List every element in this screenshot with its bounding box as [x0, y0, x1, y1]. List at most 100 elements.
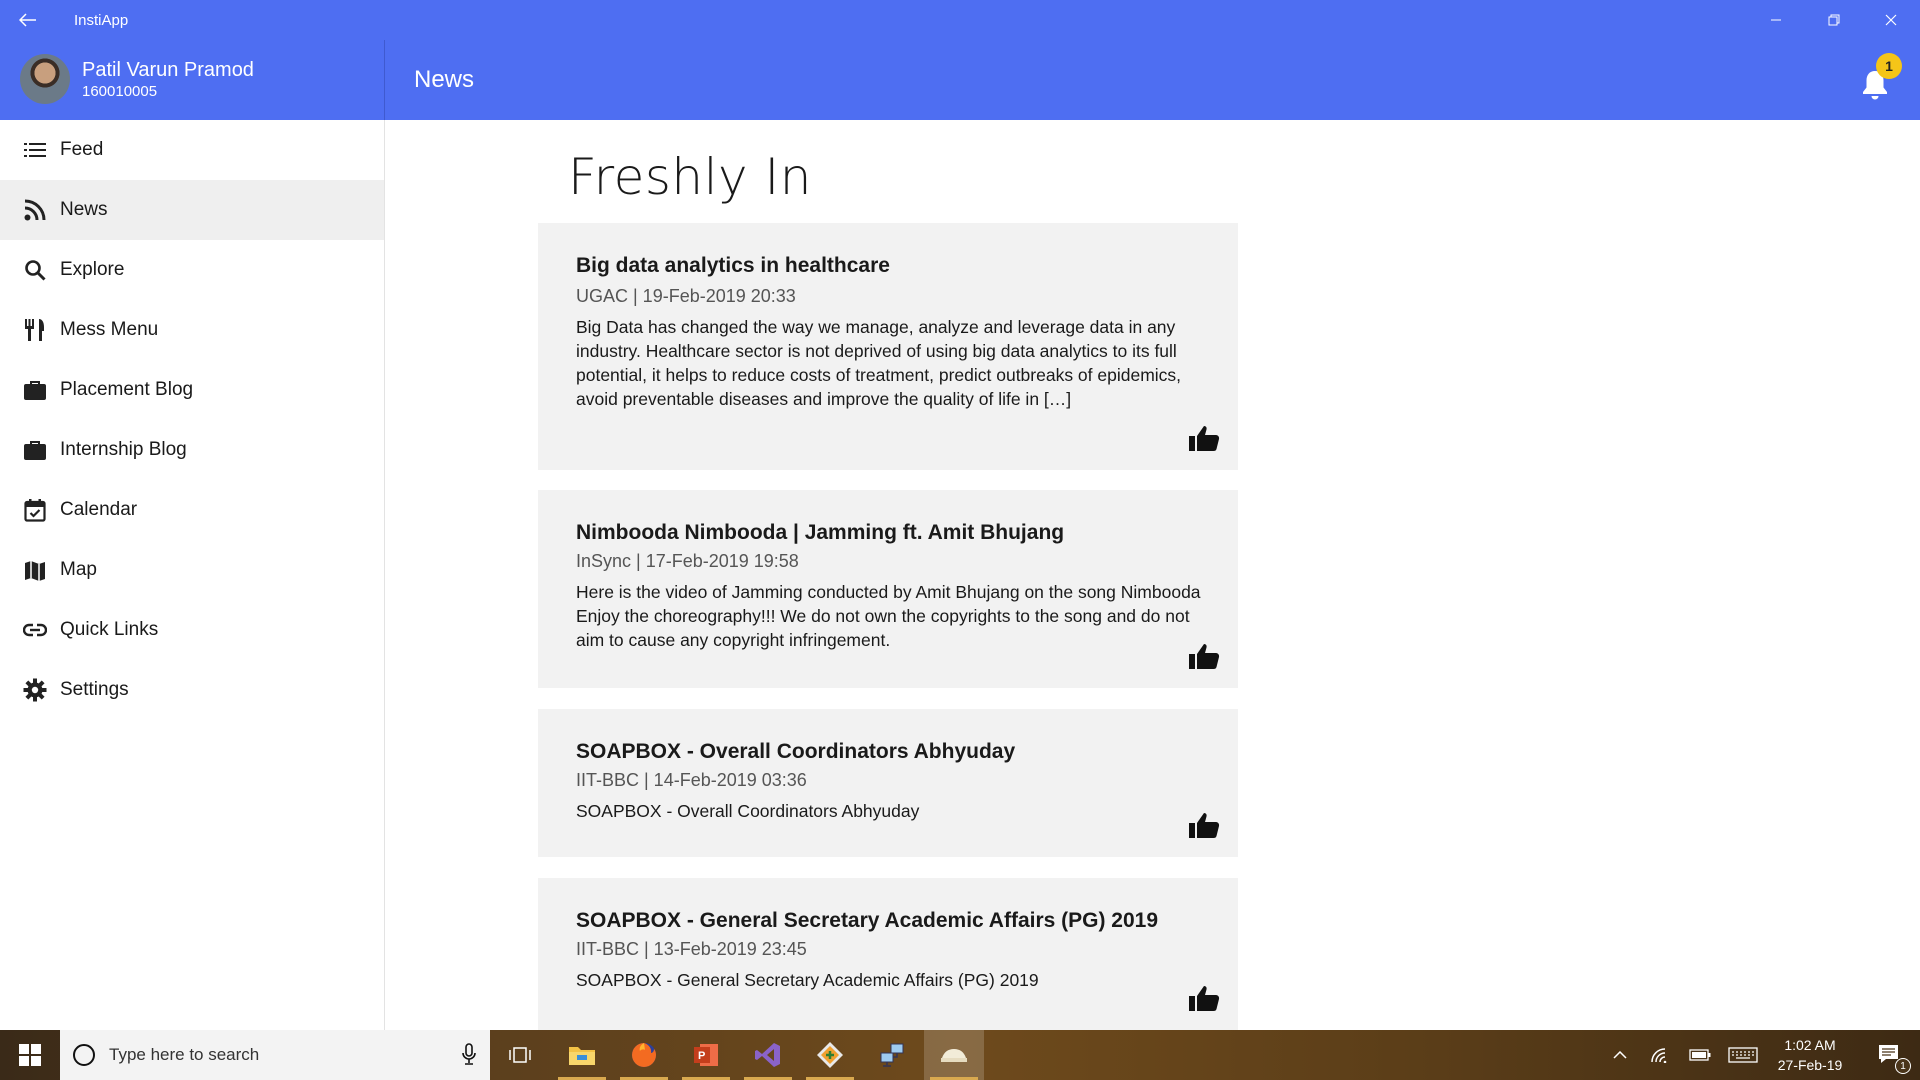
action-center-count: 1	[1895, 1058, 1911, 1074]
back-button[interactable]	[16, 9, 40, 31]
search-icon	[22, 257, 48, 283]
instiapp-icon	[941, 1049, 967, 1062]
sidebar-item-quick-links[interactable]: Quick Links	[0, 600, 384, 660]
sidebar-item-explore[interactable]: Explore	[0, 240, 384, 300]
news-card[interactable]: Big data analytics in healthcare UGAC | …	[538, 223, 1238, 470]
task-view-button[interactable]	[490, 1030, 550, 1080]
network-app-button[interactable]	[862, 1030, 922, 1080]
search-placeholder: Type here to search	[109, 1045, 260, 1064]
thumbs-up-icon[interactable]	[1188, 811, 1220, 839]
app-window: InstiApp Patil Varun Pramod 160010005 Ne…	[0, 0, 1920, 1030]
news-body: Big Data has changed the way we manage, …	[576, 317, 1182, 409]
news-meta: InSync | 17-Feb-2019 19:58	[576, 551, 799, 571]
news-title[interactable]: Nimbooda Nimbooda | Jamming ft. Amit Bhu…	[576, 521, 1064, 545]
app-button-diamond[interactable]	[800, 1030, 860, 1080]
sidebar-item-label: Quick Links	[60, 619, 159, 640]
thumbs-up-icon[interactable]	[1188, 642, 1220, 670]
battery-tray-button[interactable]	[1683, 1030, 1717, 1080]
touch-keyboard-button[interactable]	[1723, 1030, 1763, 1080]
sidebar-item-label: Mess Menu	[60, 319, 159, 340]
clock-time: 1:02 AM	[1784, 1037, 1836, 1053]
restore-icon	[1828, 14, 1840, 26]
firefox-button[interactable]	[614, 1030, 674, 1080]
powerpoint-button[interactable]: P	[676, 1030, 736, 1080]
sidebar-item-map[interactable]: Map	[0, 540, 384, 600]
news-title[interactable]: Big data analytics in healthcare	[576, 254, 890, 278]
svg-text:P: P	[698, 1050, 705, 1062]
link-icon	[22, 617, 48, 643]
sidebar: Feed News Explore Mess Menu Placement Bl…	[0, 120, 385, 1030]
action-center-button[interactable]: 1	[1865, 1030, 1915, 1080]
cortana-icon	[73, 1044, 95, 1066]
map-icon	[22, 557, 48, 583]
news-card[interactable]: SOAPBOX - General Secretary Academic Aff…	[538, 878, 1238, 1030]
briefcase-icon	[22, 377, 48, 403]
news-card[interactable]: SOAPBOX - Overall Coordinators Abhyuday …	[538, 709, 1238, 857]
sidebar-item-label: Settings	[60, 679, 129, 700]
sidebar-item-feed[interactable]: Feed	[0, 120, 384, 180]
sidebar-item-settings[interactable]: Settings	[0, 660, 384, 720]
news-meta: UGAC | 19-Feb-2019 20:33	[576, 286, 796, 306]
window-title: InstiApp	[74, 12, 129, 29]
thumbs-up-icon[interactable]	[1188, 424, 1220, 452]
clock-date: 27-Feb-19	[1777, 1057, 1843, 1073]
keyboard-icon	[1728, 1047, 1758, 1063]
list-icon	[22, 137, 48, 163]
sidebar-item-label: Placement Blog	[60, 379, 194, 400]
news-content: Freshly In Big data analytics in healthc…	[385, 120, 1920, 1030]
sidebar-item-calendar[interactable]: Calendar	[0, 480, 384, 540]
microphone-icon[interactable]	[462, 1043, 476, 1065]
show-hidden-icons-button[interactable]	[1603, 1030, 1637, 1080]
news-body: SOAPBOX - Overall Coordinators Abhyuday	[576, 801, 920, 821]
sidebar-item-internship-blog[interactable]: Internship Blog	[0, 420, 384, 480]
page-title: News	[414, 66, 475, 93]
thumbs-up-icon[interactable]	[1188, 984, 1220, 1012]
file-explorer-button[interactable]	[552, 1030, 612, 1080]
powerpoint-icon: P	[694, 1044, 718, 1066]
header-divider	[384, 40, 385, 120]
sidebar-item-label: Internship Blog	[60, 439, 187, 460]
sidebar-item-mess-menu[interactable]: Mess Menu	[0, 300, 384, 360]
taskbar-search-box[interactable]: Type here to search	[60, 1030, 490, 1080]
battery-icon	[1689, 1049, 1711, 1061]
sidebar-item-label: Map	[60, 559, 97, 580]
sidebar-item-label: Explore	[60, 259, 125, 280]
arrow-left-icon	[19, 13, 36, 27]
news-title[interactable]: SOAPBOX - Overall Coordinators Abhyuday	[576, 740, 1015, 764]
sidebar-item-news[interactable]: News	[0, 180, 384, 240]
close-button[interactable]	[1862, 0, 1920, 40]
news-body: SOAPBOX - General Secretary Academic Aff…	[576, 970, 1039, 990]
title-bar: InstiApp	[0, 0, 1920, 40]
user-id: 160010005	[82, 83, 158, 100]
close-icon	[1885, 14, 1897, 26]
user-name: Patil Varun Pramod	[82, 59, 254, 81]
minimize-button[interactable]	[1747, 0, 1805, 40]
instiapp-button[interactable]	[924, 1030, 984, 1080]
diamond-app-icon	[817, 1042, 843, 1068]
avatar[interactable]	[20, 54, 70, 104]
news-meta: IIT-BBC | 13-Feb-2019 23:45	[576, 939, 807, 959]
minimize-icon	[1771, 19, 1781, 21]
news-card[interactable]: Nimbooda Nimbooda | Jamming ft. Amit Bhu…	[538, 490, 1238, 688]
news-meta: IIT-BBC | 14-Feb-2019 03:36	[576, 770, 807, 790]
windows-logo-icon	[19, 1044, 41, 1066]
sidebar-item-label: News	[60, 199, 108, 220]
firefox-icon	[632, 1043, 656, 1067]
taskbar: Type here to search P 1:02 AM 27-Feb-19	[0, 1030, 1920, 1080]
sidebar-item-label: Calendar	[60, 499, 138, 520]
news-title[interactable]: SOAPBOX - General Secretary Academic Aff…	[576, 909, 1158, 933]
sidebar-item-label: Feed	[60, 139, 104, 160]
sidebar-item-placement-blog[interactable]: Placement Blog	[0, 360, 384, 420]
calendar-check-icon	[22, 497, 48, 523]
start-button[interactable]	[0, 1030, 60, 1080]
folder-icon	[569, 1047, 595, 1065]
restore-button[interactable]	[1805, 0, 1863, 40]
network-tray-button[interactable]	[1643, 1030, 1677, 1080]
taskbar-clock[interactable]: 1:02 AM 27-Feb-19	[1770, 1030, 1850, 1080]
visual-studio-button[interactable]	[738, 1030, 798, 1080]
briefcase-icon	[22, 437, 48, 463]
fork-knife-icon	[22, 317, 48, 343]
visual-studio-icon	[755, 1043, 780, 1067]
network-computers-icon	[880, 1043, 904, 1067]
chevron-up-icon	[1613, 1051, 1627, 1059]
